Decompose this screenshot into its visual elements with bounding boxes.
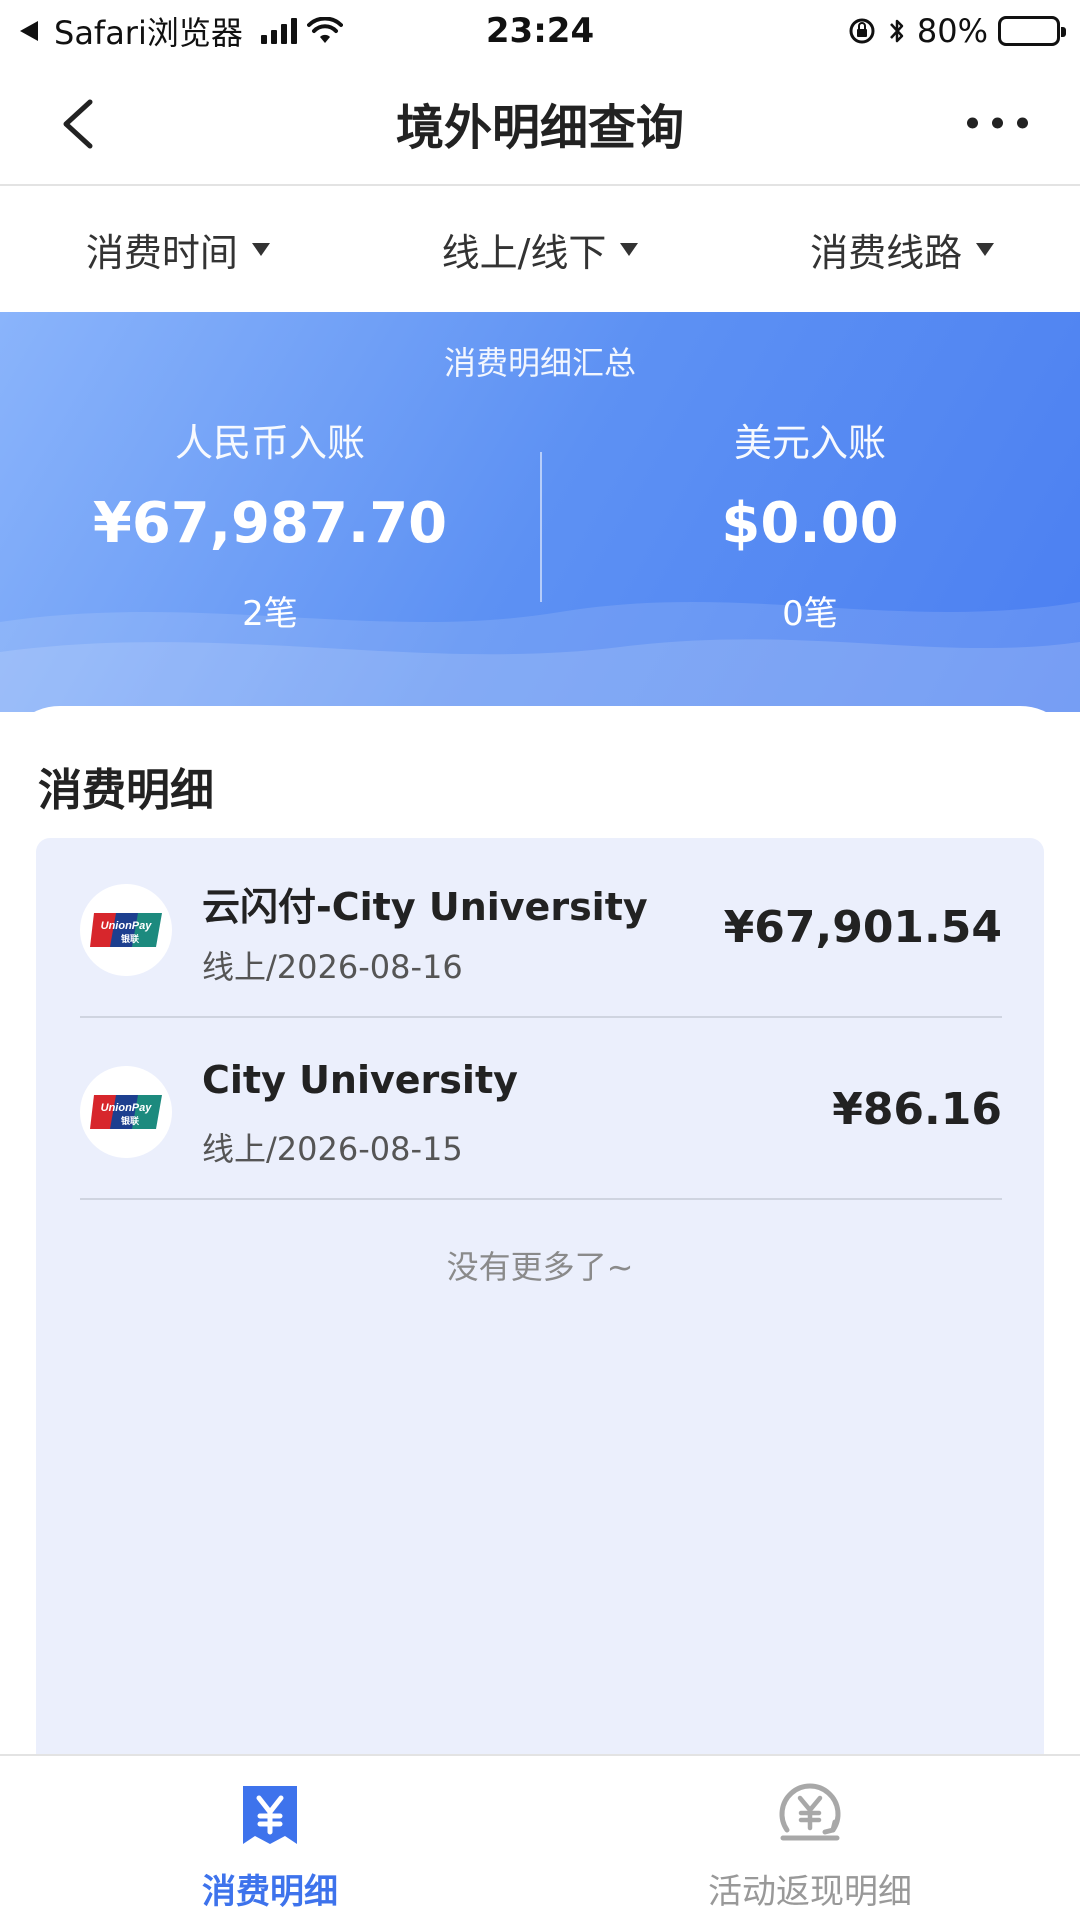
transaction-row[interactable]: UnionPay 银联 云闪付-City University 线上/2026-… <box>80 838 1002 1018</box>
cny-summary: 人民币入账 ¥67,987.70 2笔 <box>0 412 540 635</box>
transaction-list: UnionPay 银联 云闪付-City University 线上/2026-… <box>36 838 1044 1758</box>
cny-count: 2笔 <box>242 594 298 634</box>
battery-percent: 80% <box>916 12 988 50</box>
merchant-name: City University <box>202 1058 518 1102</box>
usd-summary: 美元入账 $0.00 0笔 <box>540 412 1080 635</box>
battery-icon <box>998 16 1066 46</box>
transaction-meta: 线上/2026-08-16 <box>202 948 463 986</box>
cny-amount: ¥67,987.70 <box>92 491 448 556</box>
details-section: 消费明细 UnionPay 银联 云闪付-City University 线上/… <box>0 706 1080 1758</box>
usd-count: 0笔 <box>782 594 838 634</box>
tab-label: 消费明细 <box>202 1872 338 1912</box>
tab-cashback-details[interactable]: 活动返现明细 <box>540 1756 1080 1921</box>
back-chevron-icon[interactable] <box>52 94 112 154</box>
tab-label: 活动返现明细 <box>708 1872 912 1912</box>
section-title: 消费明细 <box>38 765 214 816</box>
transaction-amount: ¥67,901.54 <box>723 902 1002 953</box>
filter-label: 线上/线下 <box>441 230 607 275</box>
merchant-name: 云闪付-City University <box>202 885 648 929</box>
wifi-icon <box>306 17 343 43</box>
transaction-row[interactable]: UnionPay 银联 City University 线上/2026-08-1… <box>80 1020 1002 1200</box>
status-bar-right: 80% <box>847 12 1066 50</box>
cny-label: 人民币入账 <box>174 421 365 465</box>
usd-amount: $0.00 <box>721 491 899 556</box>
unionpay-logo-icon: UnionPay 银联 <box>80 884 172 976</box>
back-to-app-icon <box>20 21 38 41</box>
transaction-amount: ¥86.16 <box>832 1084 1002 1135</box>
svg-text:银联: 银联 <box>121 933 140 945</box>
cellular-signal-icon <box>260 18 297 44</box>
page-title: 境外明细查询 <box>395 100 684 156</box>
summary-title: 消费明细汇总 <box>443 344 636 382</box>
tab-consumption-details[interactable]: 消费明细 <box>0 1756 540 1921</box>
status-bar: Safari浏览器 23:24 80% <box>0 0 1080 62</box>
filter-bar: 消费时间 线上/线下 消费线路 <box>0 186 1080 312</box>
bluetooth-icon <box>889 19 904 43</box>
status-bar-left[interactable]: Safari浏览器 <box>20 8 343 54</box>
svg-text:UnionPay: UnionPay <box>101 920 153 932</box>
transaction-meta: 线上/2026-08-15 <box>202 1130 463 1168</box>
filter-label: 消费线路 <box>810 230 963 275</box>
svg-text:银联: 银联 <box>121 1115 140 1127</box>
usd-label: 美元入账 <box>733 421 886 465</box>
caret-down-icon <box>976 242 995 256</box>
filter-consumption-time[interactable]: 消费时间 <box>86 222 270 277</box>
svg-text:UnionPay: UnionPay <box>101 1102 153 1114</box>
unionpay-logo-icon: UnionPay 银联 <box>80 1066 172 1158</box>
yuan-cashback-icon <box>779 1783 841 1841</box>
yuan-receipt-icon <box>243 1786 297 1844</box>
filter-label: 消费时间 <box>85 230 238 275</box>
orientation-lock-icon <box>849 18 875 44</box>
filter-consumption-route[interactable]: 消费线路 <box>810 222 995 277</box>
caret-down-icon <box>251 242 270 256</box>
more-options-icon[interactable] <box>967 117 1028 129</box>
summary-banner: 消费明细汇总 人民币入账 ¥67,987.70 2笔 美元入账 $0.00 0笔 <box>0 312 1080 712</box>
bottom-tab-bar: 消费明细 活动返现明细 <box>0 1754 1080 1921</box>
back-app-label: Safari浏览器 <box>54 14 243 52</box>
caret-down-icon <box>620 242 639 256</box>
no-more-text: 没有更多了~ <box>446 1248 634 1286</box>
filter-online-offline[interactable]: 线上/线下 <box>442 222 639 277</box>
navigation-bar: 境外明细查询 <box>0 62 1080 186</box>
